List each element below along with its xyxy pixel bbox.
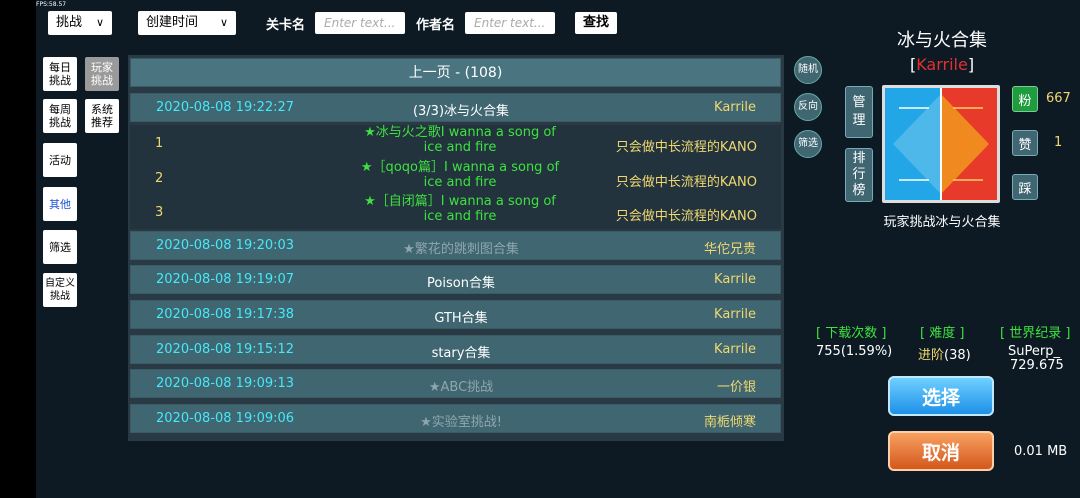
detail-title: 冰与火合集 — [897, 30, 987, 51]
left-black-bar — [0, 0, 36, 498]
table-row[interactable]: 2020-08-08 19:17:38 GTH合集 Karrile — [130, 300, 781, 329]
row-date: 2020-08-08 19:17:38 — [156, 307, 295, 322]
stage-author: 只会做中长流程的KANO — [615, 209, 757, 224]
row-author: Karrile — [714, 272, 756, 287]
stage-number: 2 — [155, 171, 164, 186]
table-row[interactable]: 2020-08-08 19:20:03 ★繁花的跳刺图合集 华佗兄贵 — [130, 231, 781, 260]
level-thumbnail — [882, 85, 1000, 203]
row-date: 2020-08-08 19:09:13 — [156, 376, 295, 391]
fans-icon[interactable]: 粉 — [1012, 86, 1038, 112]
dislike-button[interactable]: 踩 — [1012, 174, 1038, 200]
like-count: 1 — [1054, 135, 1063, 150]
author-name-input[interactable]: Enter text... — [465, 12, 555, 34]
stage-author: 只会做中长流程的KANO — [615, 140, 757, 155]
mode-select-value: 挑战 — [56, 15, 83, 30]
row-author: Karrile — [714, 342, 756, 357]
thumbnail-caption: 玩家挑战冰与火合集 — [883, 215, 1001, 230]
row-date: 2020-08-08 19:20:03 — [156, 238, 295, 253]
sort-select-value: 创建时间 — [146, 15, 199, 30]
filter-category-button[interactable]: 筛选 — [43, 230, 77, 264]
fans-count: 667 — [1046, 91, 1071, 106]
daily-challenge-button[interactable]: 每日 挑战 — [43, 57, 77, 91]
cancel-button[interactable]: 取消 — [888, 431, 994, 471]
file-size: 0.01 MB — [1014, 444, 1068, 459]
table-row-expanded[interactable]: 2020-08-08 19:22:27 (3/3)冰与火合集 Karrile — [130, 93, 781, 122]
row-author: 华佗兄贵 — [703, 242, 756, 257]
stage-author: 只会做中长流程的KANO — [615, 175, 757, 190]
world-record-holder: SuPerp_ — [1008, 344, 1060, 359]
row-author: Karrile — [714, 307, 756, 322]
stage-row[interactable]: 3 ★［自闭篇］I wanna a song of ice and fire 只… — [130, 194, 781, 229]
row-author: Karrile — [714, 100, 756, 115]
row-author: 南栀倾寒 — [703, 415, 756, 430]
row-title: stary合集 — [431, 346, 491, 361]
row-title: Poison合集 — [427, 276, 495, 291]
select-button[interactable]: 选择 — [888, 376, 994, 416]
author-name-label: 作者名 — [416, 18, 456, 33]
row-date: 2020-08-08 19:09:06 — [156, 411, 295, 426]
stage-title: ★冰与火之歌I wanna a song of ice and fire — [364, 125, 556, 155]
world-record-label: [ 世界纪录 ] — [1000, 326, 1071, 341]
row-title: ★繁花的跳刺图合集 — [403, 242, 519, 257]
difficulty-number: (38) — [944, 348, 971, 363]
system-recommend-button[interactable]: 系统 推荐 — [85, 99, 119, 133]
level-preview-image — [885, 88, 997, 200]
row-title: ★ABC挑战 — [428, 380, 494, 395]
reverse-button[interactable]: 反向 — [794, 93, 822, 121]
detail-author-name[interactable]: Karrile — [916, 55, 968, 74]
ranking-button[interactable]: 排行榜 — [845, 148, 873, 202]
like-button[interactable]: 赞 — [1012, 130, 1038, 156]
table-row[interactable]: 2020-08-08 19:15:12 stary合集 Karrile — [130, 335, 781, 364]
difficulty-value: 进阶(38) — [918, 344, 971, 363]
custom-challenge-button[interactable]: 自定义 挑战 — [43, 273, 77, 307]
stage-row[interactable]: 1 ★冰与火之歌I wanna a song of ice and fire 只… — [130, 125, 781, 160]
search-button[interactable]: 查找 — [575, 12, 617, 34]
other-button[interactable]: 其他 — [43, 187, 77, 221]
player-challenge-button[interactable]: 玩家 挑战 — [85, 57, 119, 91]
world-record-time: 729.675 — [1010, 358, 1064, 373]
chevron-down-icon: ∨ — [219, 16, 228, 29]
chevron-down-icon: ∨ — [95, 16, 104, 29]
row-date: 2020-08-08 19:15:12 — [156, 342, 295, 357]
events-button[interactable]: 活动 — [43, 143, 77, 177]
table-row[interactable]: 2020-08-08 19:19:07 Poison合集 Karrile — [130, 265, 781, 294]
filter-button[interactable]: 筛选 — [794, 130, 822, 158]
mode-select[interactable]: 挑战 ∨ — [48, 11, 112, 35]
previous-page-button[interactable]: 上一页 - (108) — [130, 58, 781, 87]
challenge-list: 上一页 - (108) 2020-08-08 19:22:27 (3/3)冰与火… — [128, 55, 784, 441]
level-name-label: 关卡名 — [266, 18, 306, 33]
fps-counter: FPS:58.57 — [36, 1, 67, 8]
row-date: 2020-08-08 19:22:27 — [156, 100, 295, 115]
row-date: 2020-08-08 19:19:07 — [156, 272, 295, 287]
random-button[interactable]: 随机 — [794, 56, 822, 84]
row-author: 一价银 — [716, 380, 756, 395]
table-row[interactable]: 2020-08-08 19:09:06 ★实验室挑战! 南栀倾寒 — [130, 404, 781, 433]
sort-select[interactable]: 创建时间 ∨ — [138, 11, 236, 35]
stage-title: ★［自闭篇］I wanna a song of ice and fire — [364, 194, 556, 224]
downloads-value: 755(1.59%) — [816, 344, 893, 359]
table-row[interactable]: 2020-08-08 19:09:13 ★ABC挑战 一价银 — [130, 369, 781, 398]
level-name-input[interactable]: Enter text... — [315, 12, 405, 34]
stage-number: 1 — [155, 136, 164, 151]
stage-title: ★［qoqo篇］I wanna a song of ice and fire — [360, 160, 560, 190]
weekly-challenge-button[interactable]: 每周 挑战 — [43, 99, 77, 133]
difficulty-label: [ 难度 ] — [920, 326, 965, 341]
detail-author: [Karrile] — [860, 55, 1024, 74]
stage-row[interactable]: 2 ★［qoqo篇］I wanna a song of ice and fire… — [130, 160, 781, 195]
downloads-label: [ 下载次数 ] — [816, 326, 887, 341]
stage-number: 3 — [155, 205, 164, 220]
manage-button[interactable]: 管理 — [845, 86, 873, 138]
row-title: GTH合集 — [434, 311, 488, 326]
difficulty-level: 进阶 — [918, 348, 945, 363]
author-bracket-close: ] — [967, 55, 975, 74]
row-title: (3/3)冰与火合集 — [412, 104, 510, 119]
row-title: ★实验室挑战! — [420, 415, 502, 430]
